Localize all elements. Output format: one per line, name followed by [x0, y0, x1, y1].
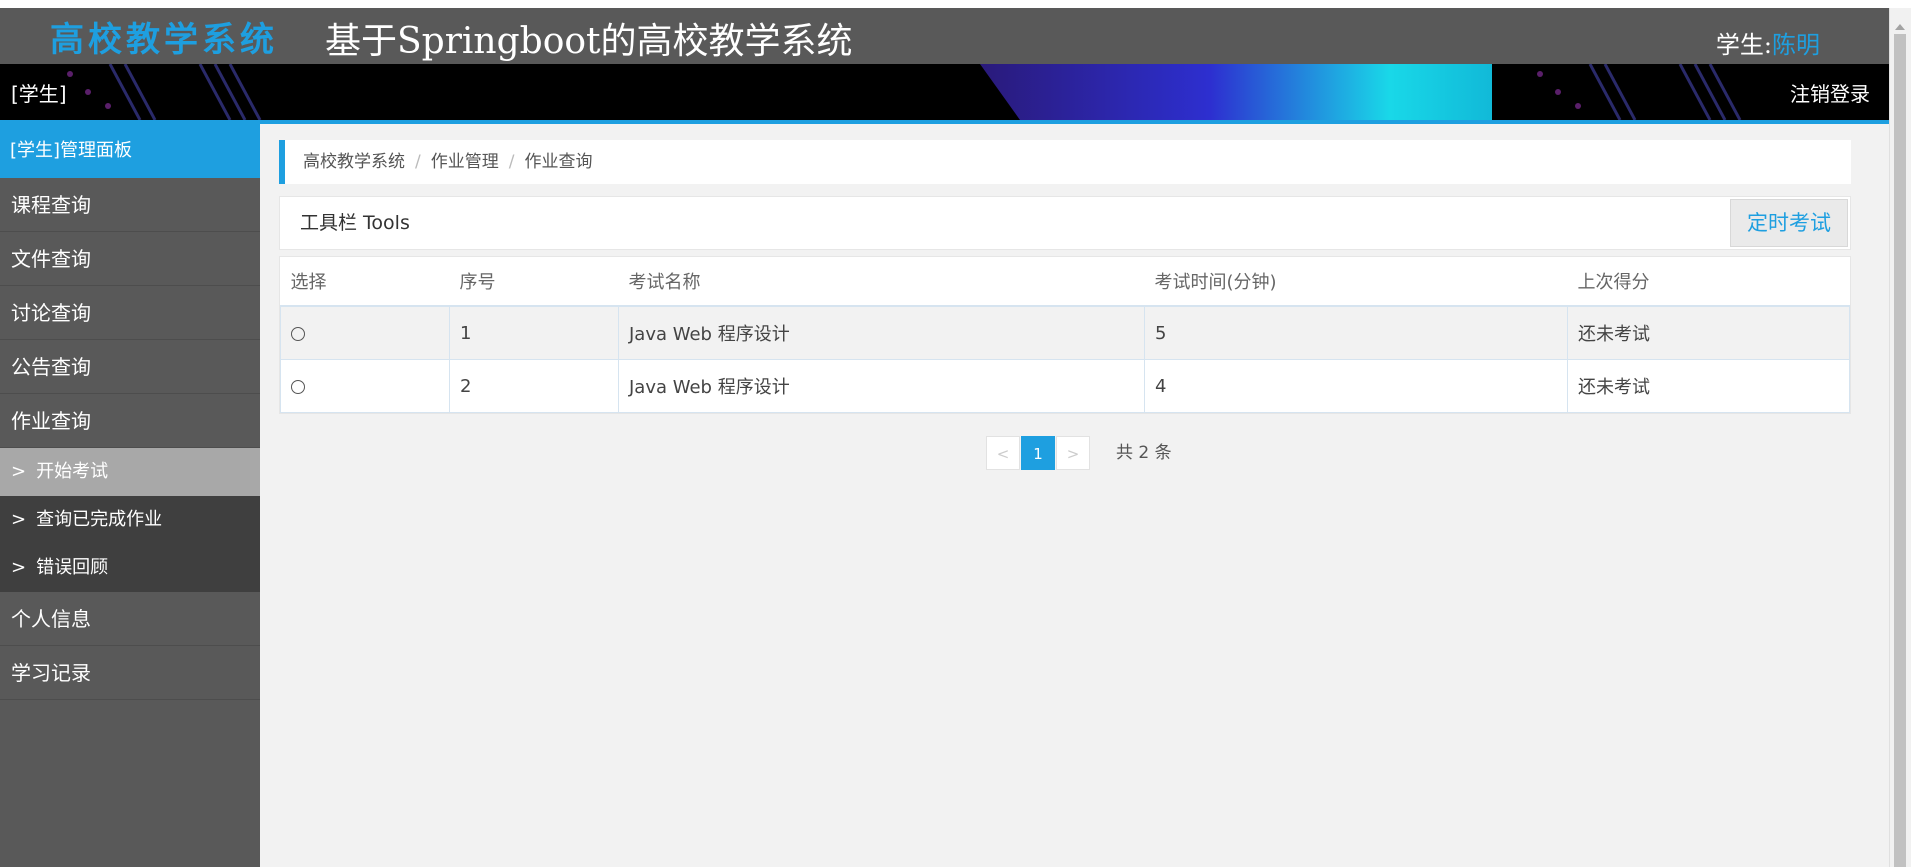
sidebar-item-study-record[interactable]: 学习记录 [0, 646, 260, 700]
breadcrumb-separator: / [415, 152, 421, 172]
sidebar-item-course-query[interactable]: 课程查询 [0, 178, 260, 232]
sidebar-item-file-query[interactable]: 文件查询 [0, 232, 260, 286]
col-header-exam-time: 考试时间(分钟) [1144, 257, 1568, 307]
breadcrumb-homework-query: 作业查询 [524, 152, 593, 172]
breadcrumb-home[interactable]: 高校教学系统 [303, 152, 405, 172]
user-name: 陈明 [1772, 31, 1820, 59]
top-header: 高校教学系统 基于Springboot的高校教学系统 学生:陈明 [0, 8, 1890, 64]
decorative-banner: [学生] 注销登录 [0, 64, 1890, 120]
pagination-total: 共 2 条 [1116, 443, 1172, 463]
exam-table: 选择 序号 考试名称 考试时间(分钟) 上次得分 1 Java Web 程序设计… [279, 256, 1851, 414]
table-header-row: 选择 序号 考试名称 考试时间(分钟) 上次得分 [280, 257, 1850, 307]
row-select-radio[interactable] [291, 326, 305, 341]
exam-name-cell: Java Web 程序设计 [618, 359, 1145, 413]
col-header-select: 选择 [280, 257, 450, 307]
col-header-index: 序号 [449, 257, 619, 307]
toolbar-title: 工具栏 Tools [300, 212, 410, 234]
chevron-right-icon: > [11, 557, 27, 578]
last-score-cell: 还未考试 [1567, 359, 1850, 413]
col-header-exam-name: 考试名称 [618, 257, 1145, 307]
next-page-button[interactable]: > [1056, 436, 1090, 470]
subitem-label: 开始考试 [36, 461, 109, 482]
exam-time-cell: 5 [1144, 305, 1568, 360]
exam-time-cell: 4 [1144, 359, 1568, 413]
system-title: 基于Springboot的高校教学系统 [325, 21, 853, 62]
sidebar-header[interactable]: [学生]管理面板 [0, 124, 260, 178]
timed-exam-button[interactable]: 定时考试 [1730, 199, 1848, 247]
scroll-thumb[interactable] [1894, 34, 1906, 867]
user-role-label: 学生: [1715, 31, 1772, 59]
app-window: 高校教学系统 基于Springboot的高校教学系统 学生:陈明 [学生] 注销… [0, 8, 1890, 867]
breadcrumb: 高校教学系统 / 作业管理 / 作业查询 [279, 140, 1851, 184]
role-tag: [学生] [11, 82, 67, 106]
prev-page-button[interactable]: < [986, 436, 1020, 470]
vertical-scrollbar[interactable] [1889, 8, 1911, 867]
sidebar: [学生]管理面板 课程查询 文件查询 讨论查询 公告查询 作业查询 > 开始考试 … [0, 124, 260, 867]
chevron-right-icon: > [11, 461, 27, 482]
sidebar-item-homework-query[interactable]: 作业查询 [0, 394, 260, 448]
banner-graphic [67, 64, 1742, 120]
subitem-label: 错误回顾 [36, 557, 109, 578]
subitem-label: 查询已完成作业 [36, 509, 163, 530]
system-logo: 高校教学系统 [50, 20, 278, 60]
select-cell [280, 359, 450, 413]
main-content: 高校教学系统 / 作业管理 / 作业查询 工具栏 Tools 定时考试 选择 序号 考试… [260, 124, 1890, 867]
logout-link[interactable]: 注销登录 [1790, 78, 1870, 107]
page-1-button[interactable]: 1 [1021, 436, 1055, 470]
current-user: 学生:陈明 [1716, 25, 1820, 60]
select-cell [280, 305, 450, 360]
sidebar-subitem-completed-homework[interactable]: > 查询已完成作业 [0, 496, 260, 544]
row-select-radio[interactable] [291, 379, 305, 394]
sidebar-item-personal-info[interactable]: 个人信息 [0, 592, 260, 646]
toolbar: 工具栏 Tools 定时考试 [279, 196, 1851, 250]
index-cell: 2 [449, 359, 619, 413]
sidebar-item-discussion-query[interactable]: 讨论查询 [0, 286, 260, 340]
table-row[interactable]: 2 Java Web 程序设计 4 还未考试 [280, 359, 1850, 413]
sidebar-subitem-error-review[interactable]: > 错误回顾 [0, 544, 260, 592]
index-cell: 1 [449, 305, 619, 360]
chevron-right-icon: > [11, 509, 27, 530]
scroll-up-arrow-icon[interactable] [1895, 24, 1905, 30]
exam-name-cell: Java Web 程序设计 [618, 305, 1145, 360]
col-header-last-score: 上次得分 [1567, 257, 1850, 307]
table-row[interactable]: 1 Java Web 程序设计 5 还未考试 [280, 305, 1850, 360]
last-score-cell: 还未考试 [1567, 305, 1850, 360]
breadcrumb-homework-management[interactable]: 作业管理 [431, 152, 499, 172]
sidebar-subitem-start-exam[interactable]: > 开始考试 [0, 448, 260, 496]
breadcrumb-separator: / [508, 152, 515, 172]
sidebar-item-notice-query[interactable]: 公告查询 [0, 340, 260, 394]
